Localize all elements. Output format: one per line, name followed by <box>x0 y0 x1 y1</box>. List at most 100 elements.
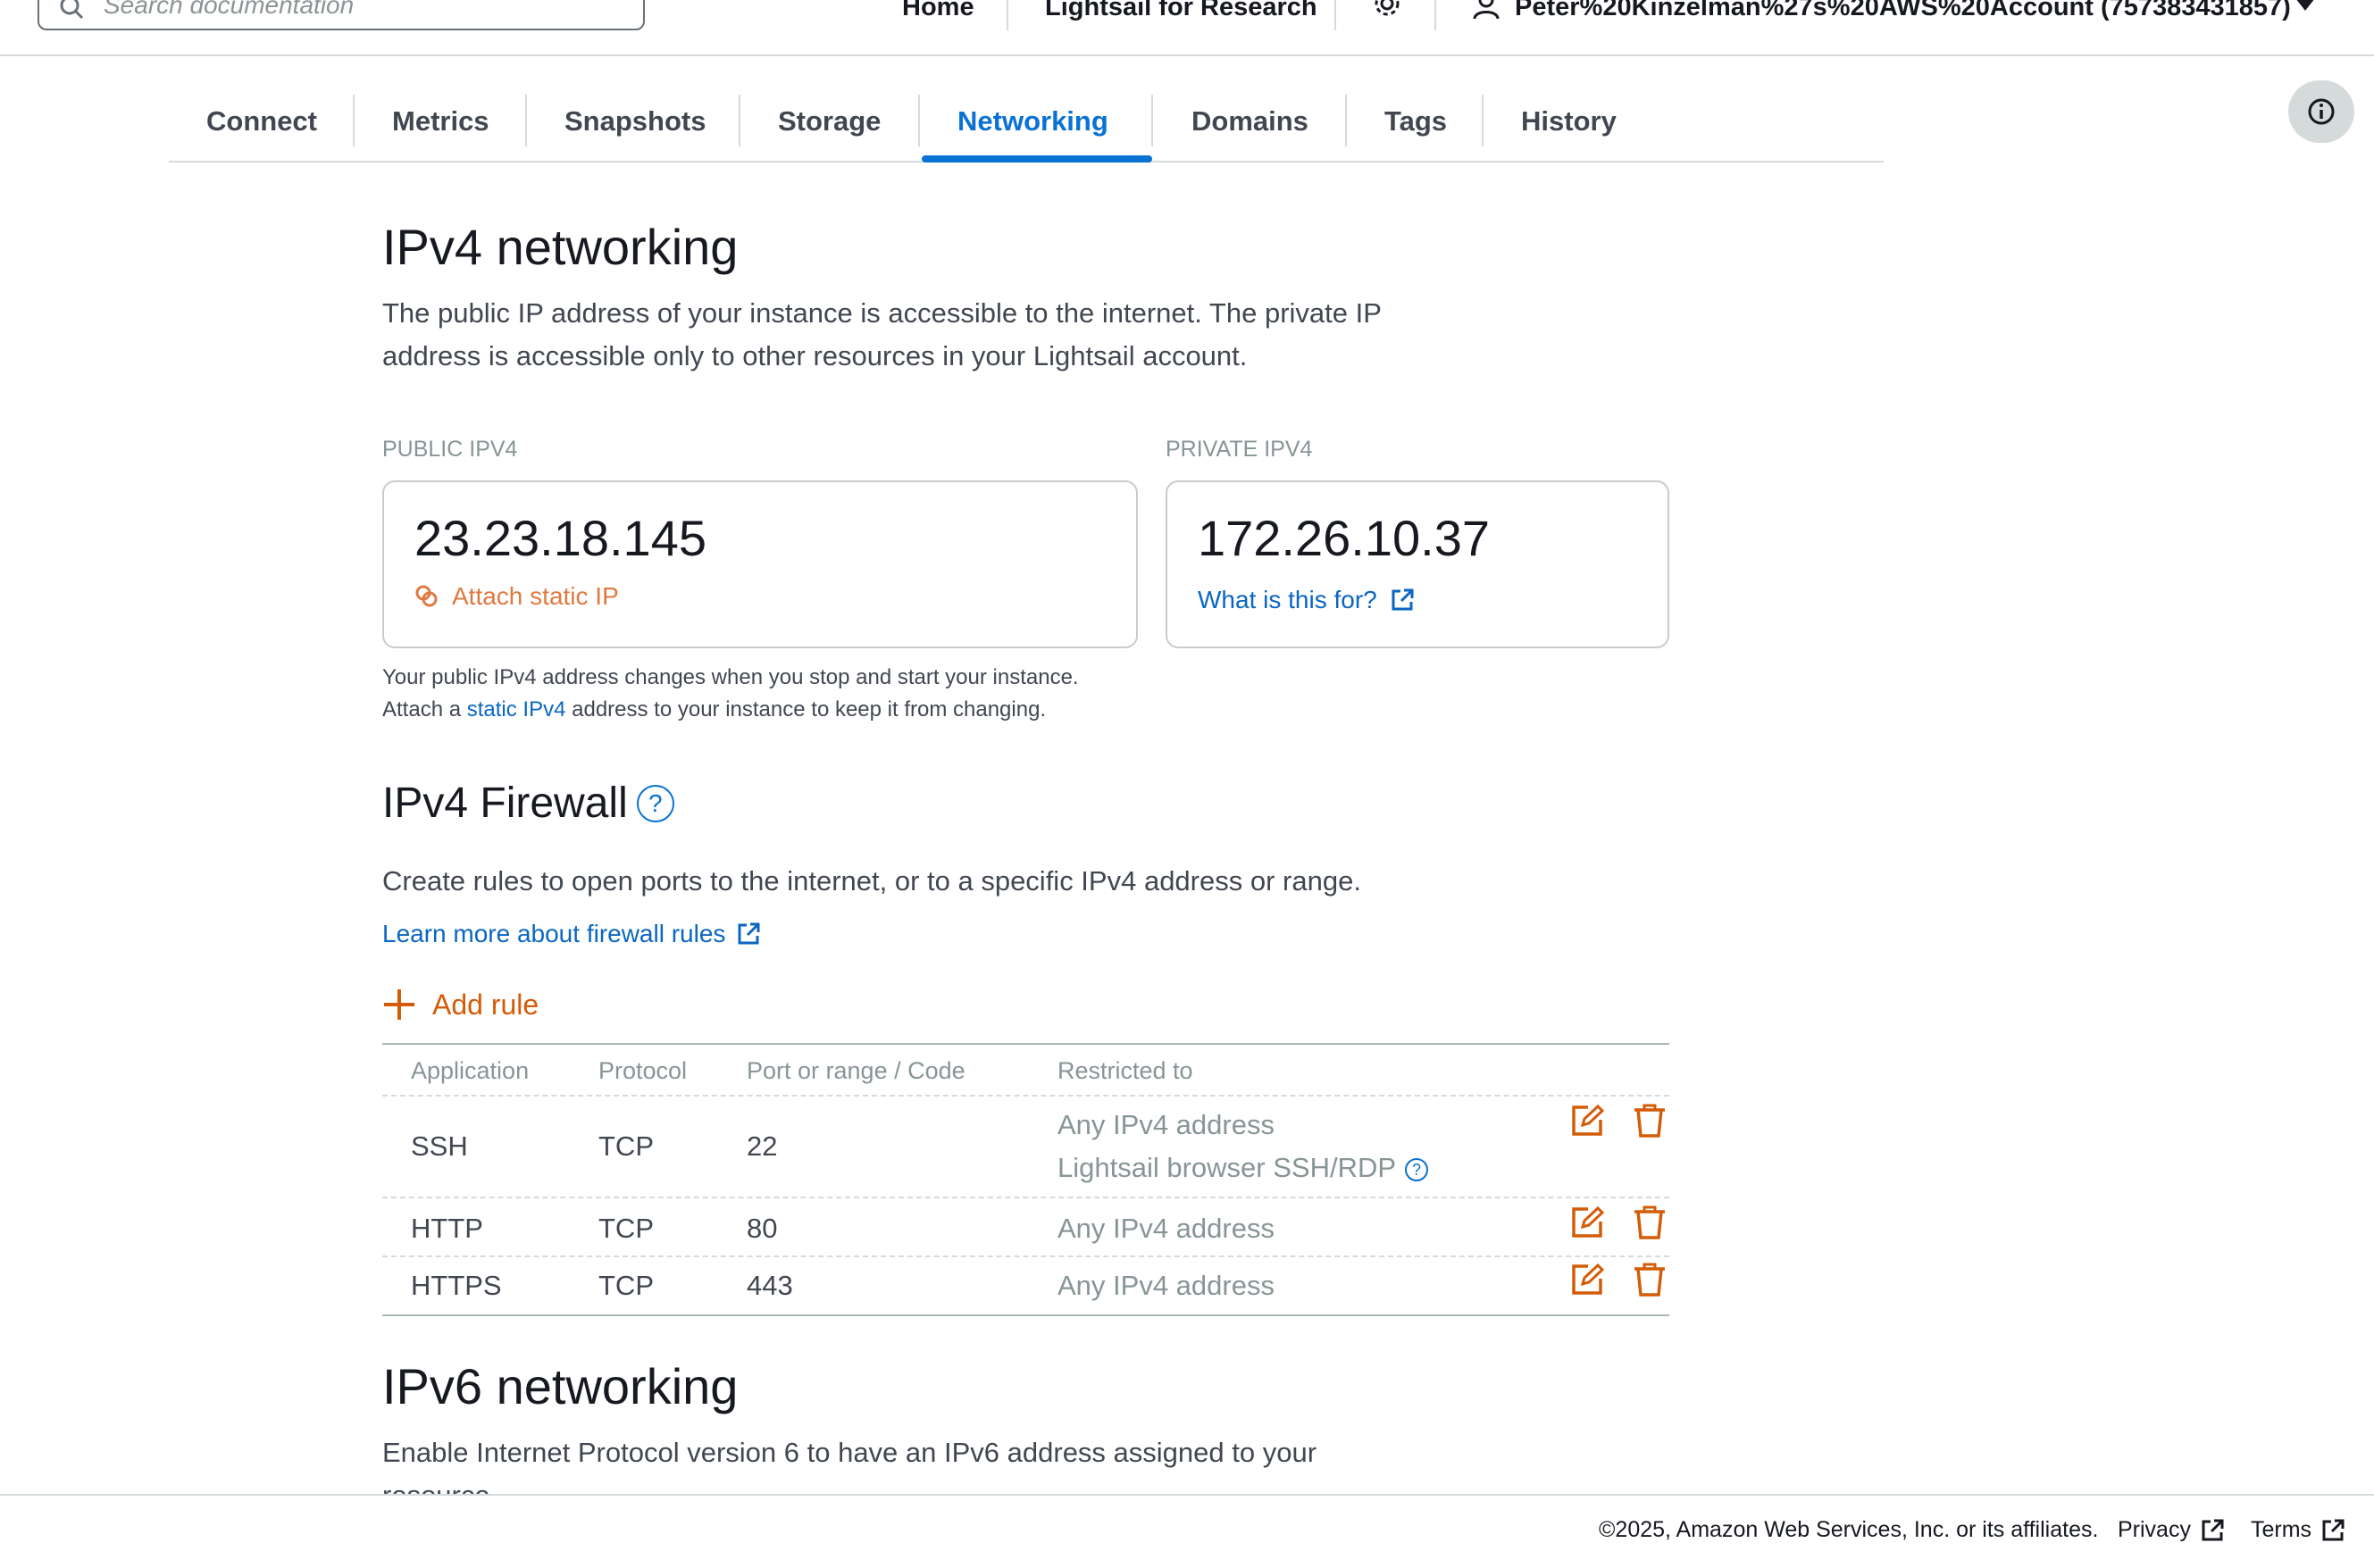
column-header-application: Application <box>411 1057 530 1084</box>
delete-trash-icon[interactable] <box>1633 1104 1667 1138</box>
rule-protocol: TCP <box>598 1130 654 1162</box>
tab-divider <box>353 95 355 146</box>
rule-port: 80 <box>747 1213 778 1244</box>
rule-port: 443 <box>747 1270 793 1301</box>
table-row: HTTPS TCP 443 Any IPv4 address <box>382 1257 1669 1316</box>
firewall-description: Create rules to open ports to the intern… <box>382 865 1361 897</box>
table-header: Application Protocol Port or range / Cod… <box>382 1043 1669 1097</box>
search-placeholder: Search documentation <box>104 0 355 19</box>
delete-trash-icon[interactable] <box>1633 1263 1667 1297</box>
rule-application: HTTP <box>411 1213 483 1244</box>
info-panel-button[interactable] <box>2288 80 2354 143</box>
plus-icon <box>384 989 414 1020</box>
rule-restricted: Any IPv4 address <box>1057 1213 1275 1244</box>
rule-application: SSH <box>411 1130 468 1162</box>
tab-metrics[interactable]: Metrics <box>392 105 489 138</box>
ipv4-description: The public IP address of your instance i… <box>382 292 1382 378</box>
static-ip-note-line: Attach a static IPv4 address to your ins… <box>382 694 1079 726</box>
tab-divider <box>525 95 527 146</box>
column-header-port: Port or range / Code <box>747 1057 965 1084</box>
nav-divider <box>1007 0 1008 30</box>
tab-domains[interactable]: Domains <box>1191 105 1308 138</box>
edit-icon[interactable] <box>1570 1205 1604 1239</box>
external-link-icon <box>738 922 760 945</box>
nav-divider <box>1334 0 1336 30</box>
static-ip-note-text: address to your instance to keep it from… <box>565 697 1047 721</box>
help-icon[interactable]: ? <box>1405 1157 1429 1181</box>
nav-home-link[interactable]: Home <box>902 0 974 22</box>
static-ipv4-link[interactable]: static IPv4 <box>467 697 566 721</box>
nav-divider <box>1434 0 1436 30</box>
user-icon <box>1473 0 1500 20</box>
ipv4-firewall-title: IPv4 Firewall <box>382 780 628 827</box>
tab-snapshots[interactable]: Snapshots <box>564 105 706 138</box>
private-ipv4-label: PRIVATE IPV4 <box>1166 437 1313 462</box>
ipv4-networking-heading: IPv4 networking <box>382 219 739 275</box>
copyright-text: ©2025, Amazon Web Services, Inc. or its … <box>1599 1517 2099 1542</box>
rule-application: HTTPS <box>411 1270 502 1301</box>
edit-icon[interactable] <box>1570 1263 1604 1297</box>
search-icon <box>60 0 84 20</box>
privacy-link[interactable]: Privacy <box>2118 1517 2225 1543</box>
public-ip-value: 23.23.18.145 <box>414 510 706 566</box>
account-menu[interactable]: Peter%20Kinzelman%27s%20AWS%20Account (7… <box>1515 0 2291 22</box>
terms-link[interactable]: Terms <box>2251 1517 2345 1543</box>
search-documentation-input[interactable]: Search documentation <box>38 0 645 30</box>
ipv4-description-line: The public IP address of your instance i… <box>382 297 1382 329</box>
rule-restricted: Any IPv4 address <box>1057 1270 1275 1301</box>
external-link-icon <box>2202 1519 2224 1540</box>
static-ip-note: Your public IPv4 address changes when yo… <box>382 662 1079 726</box>
privacy-label: Privacy <box>2118 1517 2191 1542</box>
static-ip-icon <box>415 585 438 607</box>
tab-divider <box>918 95 920 146</box>
table-row: SSH TCP 22 Any IPv4 address Lightsail br… <box>382 1097 1669 1198</box>
ipv6-networking-heading: IPv6 networking <box>382 1358 739 1414</box>
rule-protocol: TCP <box>598 1270 654 1301</box>
tab-divider <box>1151 95 1153 146</box>
rule-restricted-secondary: Lightsail browser SSH/RDP? <box>1057 1152 1429 1184</box>
tab-divider <box>1482 95 1484 146</box>
edit-icon[interactable] <box>1570 1104 1604 1138</box>
private-ip-value: 172.26.10.37 <box>1198 510 1490 566</box>
learn-more-firewall-link[interactable]: Learn more about firewall rules <box>382 913 761 955</box>
settings-gear-icon[interactable] <box>1371 0 1403 20</box>
active-tab-indicator <box>922 155 1152 163</box>
private-ipv4-card: 172.26.10.37 What is this for? <box>1166 480 1669 648</box>
ipv4-description-line: address is accessible only to other reso… <box>382 340 1248 371</box>
info-icon <box>2308 98 2335 125</box>
attach-static-ip-link[interactable]: Attach static IP <box>414 582 619 611</box>
top-navigation-bar: Search documentation Home Lightsail for … <box>0 0 2374 56</box>
table-row: HTTP TCP 80 Any IPv4 address <box>382 1198 1669 1257</box>
what-is-this-link[interactable]: What is this for? <box>1198 586 1415 614</box>
tab-storage[interactable]: Storage <box>778 105 881 138</box>
add-rule-button[interactable]: Add rule <box>382 988 539 1022</box>
tab-networking[interactable]: Networking <box>957 105 1108 138</box>
tab-connect[interactable]: Connect <box>206 105 317 138</box>
rule-protocol: TCP <box>598 1213 654 1244</box>
what-is-this-label: What is this for? <box>1198 586 1377 613</box>
tab-divider <box>739 95 740 146</box>
nav-research-link[interactable]: Lightsail for Research <box>1045 0 1317 22</box>
external-link-icon <box>2322 1519 2345 1540</box>
tab-history[interactable]: History <box>1521 105 1617 138</box>
rule-port: 22 <box>747 1130 778 1162</box>
tab-divider <box>1345 95 1347 146</box>
column-header-restricted: Restricted to <box>1057 1057 1193 1084</box>
rule-restricted: Any IPv4 address <box>1057 1109 1275 1140</box>
external-link-icon <box>1392 588 1414 611</box>
public-ipv4-label: PUBLIC IPV4 <box>382 437 518 462</box>
page-footer: ©2025, Amazon Web Services, Inc. or its … <box>0 1494 2374 1568</box>
column-header-protocol: Protocol <box>598 1057 688 1084</box>
terms-label: Terms <box>2251 1517 2312 1542</box>
ipv6-description-line: Enable Internet Protocol version 6 to ha… <box>382 1437 1317 1468</box>
attach-static-ip-label: Attach static IP <box>452 582 619 610</box>
delete-trash-icon[interactable] <box>1633 1205 1667 1239</box>
ipv4-firewall-heading: IPv4 Firewall ? <box>382 779 674 828</box>
chevron-down-icon[interactable] <box>2295 0 2315 11</box>
tab-tags[interactable]: Tags <box>1384 105 1447 138</box>
public-ipv4-card: 23.23.18.145 Attach static IP <box>382 480 1138 648</box>
learn-more-label: Learn more about firewall rules <box>382 920 726 947</box>
instance-tabs: Connect Metrics Snapshots Storage Networ… <box>169 93 1884 163</box>
static-ip-note-line: Your public IPv4 address changes when yo… <box>382 665 1079 689</box>
help-icon[interactable]: ? <box>636 784 674 822</box>
